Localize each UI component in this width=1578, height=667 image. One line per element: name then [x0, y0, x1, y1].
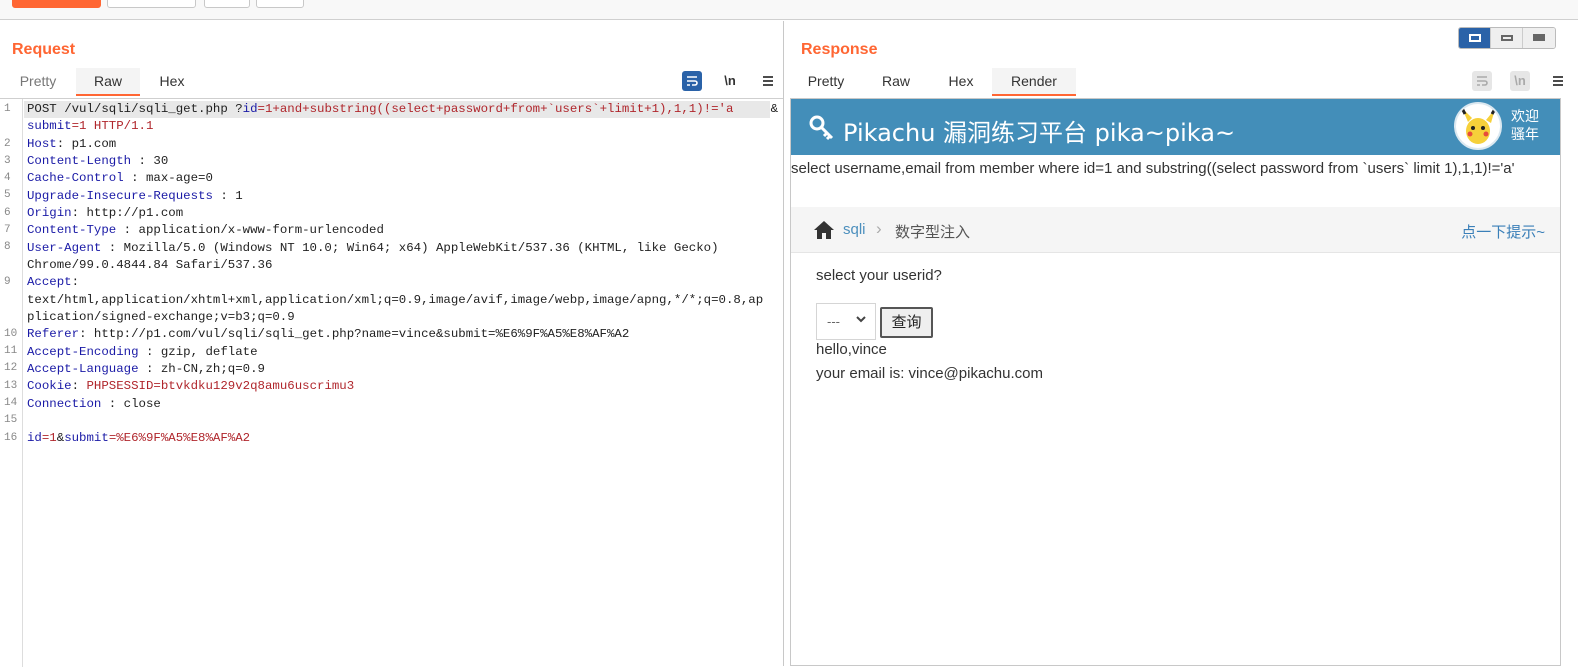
avatar: [1454, 102, 1502, 150]
history-forward-button[interactable]: [256, 0, 304, 8]
header-line-upgrade: Upgrade-Insecure-Requests : 1: [27, 189, 243, 203]
line-number: 13: [4, 380, 18, 392]
welcome-text: 欢迎骚年: [1511, 108, 1539, 142]
line-number: 1: [4, 103, 11, 115]
menu-icon[interactable]: [758, 71, 778, 91]
header-line-cookie: Cookie: PHPSESSID=btvkdku129v2q8amu6uscr…: [27, 379, 355, 393]
response-pane: Response Pretty Raw Hex Render \n Pikach…: [785, 21, 1578, 666]
line-number: 2: [4, 138, 11, 150]
newline-icon[interactable]: \n: [1510, 71, 1530, 91]
key-icon: [809, 115, 834, 141]
header-line-content-type: Content-Type : application/x-www-form-ur…: [27, 223, 384, 237]
header-line-accept-cont: plication/signed-exchange;v=b3;q=0.9: [27, 310, 295, 324]
header-line-referer: Referer: http://p1.com/vul/sqli/sqli_get…: [27, 327, 630, 341]
breadcrumb-current-page: 数字型注入: [895, 224, 971, 241]
line-number: 8: [4, 241, 11, 253]
response-title: Response: [801, 41, 878, 58]
request-tabs: Pretty Raw Hex: [0, 68, 204, 96]
header-line-accept: Accept:: [27, 275, 80, 289]
line-number: 12: [4, 362, 18, 374]
tab-hex[interactable]: Hex: [930, 68, 992, 96]
response-tabs: Pretty Raw Hex Render: [790, 68, 1076, 96]
result-email: your email is: vince@pikachu.com: [816, 365, 1043, 382]
request-editor[interactable]: 1 2 3 4 5 6 7 8 9 10 11 12 13 14 15 16 P…: [0, 98, 783, 667]
request-pane: Request Pretty Raw Hex \n 1 2 3 4 5 6 7 …: [0, 21, 784, 667]
request-view-icons: \n: [682, 71, 778, 91]
line-number: 15: [4, 414, 18, 426]
wrap-icon[interactable]: [682, 71, 702, 91]
request-title: Request: [12, 41, 76, 58]
line-number: 6: [4, 207, 11, 219]
layout-toggle: [1458, 27, 1556, 49]
header-line-cache-control: Cache-Control : max-age=0: [27, 171, 213, 185]
menu-icon[interactable]: [1548, 71, 1568, 91]
header-line-accept-cont: text/html,application/xhtml+xml,applicat…: [27, 293, 764, 307]
send-button[interactable]: [12, 0, 101, 8]
line-number: 3: [4, 155, 11, 167]
tab-render[interactable]: Render: [992, 68, 1076, 96]
userid-select[interactable]: ---: [816, 303, 876, 340]
select-value: ---: [827, 314, 840, 329]
header-line-connection: Connection : close: [27, 397, 161, 411]
header-line-user-agent-cont: Chrome/99.0.4844.84 Safari/537.36: [27, 258, 273, 272]
newline-icon[interactable]: \n: [720, 71, 740, 91]
header-line-origin: Origin: http://p1.com: [27, 206, 184, 220]
line-gutter: 1 2 3 4 5 6 7 8 9 10 11 12 13 14 15 16: [0, 99, 23, 667]
tab-raw[interactable]: Raw: [76, 68, 140, 96]
header-line-user-agent: User-Agent : Mozilla/5.0 (Windows NT 10.…: [27, 241, 719, 255]
line-number: 9: [4, 276, 11, 288]
home-icon[interactable]: [813, 220, 835, 240]
cancel-button[interactable]: [107, 0, 196, 8]
userid-question: select your userid?: [816, 267, 942, 284]
body-line: id=1&submit=%E6%9F%A5%E8%AF%A2: [27, 431, 251, 445]
hint-link[interactable]: 点一下提示~: [1461, 221, 1545, 242]
site-title: Pikachu 漏洞练习平台 pika~pika~: [843, 119, 1236, 147]
rendered-page: Pikachu 漏洞练习平台 pika~pika~ 欢迎骚年 select us…: [790, 98, 1561, 666]
top-toolbar: [0, 0, 1578, 20]
line-number: 14: [4, 397, 18, 409]
line-number: 11: [4, 345, 18, 357]
chevron-right-icon: ›: [876, 219, 882, 238]
header-line-accept-language: Accept-Language : zh-CN,zh;q=0.9: [27, 362, 265, 376]
site-header: Pikachu 漏洞练习平台 pika~pika~ 欢迎骚年: [791, 99, 1560, 155]
request-line: submit=1 HTTP/1.1: [27, 119, 154, 133]
header-line-accept-encoding: Accept-Encoding : gzip, deflate: [27, 345, 258, 359]
result-hello: hello,vince: [816, 341, 887, 358]
line-number: 4: [4, 172, 11, 184]
layout-tabbed-button[interactable]: [1523, 28, 1555, 48]
line-number: 10: [4, 328, 18, 340]
breadcrumb: sqli › 数字型注入 点一下提示~: [791, 207, 1560, 253]
header-line-host: Host: p1.com: [27, 137, 117, 151]
sql-query-output: select username,email from member where …: [791, 160, 1515, 177]
layout-stacked-button[interactable]: [1491, 28, 1523, 48]
breadcrumb-sqli-link[interactable]: sqli: [843, 221, 866, 238]
line-number: 16: [4, 432, 18, 444]
layout-side-by-side-button[interactable]: [1459, 28, 1491, 48]
line-number: 5: [4, 189, 11, 201]
tab-pretty[interactable]: Pretty: [790, 68, 862, 96]
tab-pretty[interactable]: Pretty: [0, 68, 76, 96]
tab-hex[interactable]: Hex: [140, 68, 204, 96]
tab-raw[interactable]: Raw: [862, 68, 930, 96]
query-button[interactable]: 查询: [880, 307, 933, 338]
history-back-button[interactable]: [204, 0, 250, 8]
chevron-down-icon: [855, 313, 867, 328]
wrap-icon[interactable]: [1472, 71, 1492, 91]
header-line-content-length: Content-Length : 30: [27, 154, 169, 168]
line-number: 7: [4, 224, 11, 236]
request-line: POST /vul/sqli/sqli_get.php ?id=1+and+su…: [27, 102, 779, 116]
response-view-icons: \n: [1472, 71, 1568, 91]
